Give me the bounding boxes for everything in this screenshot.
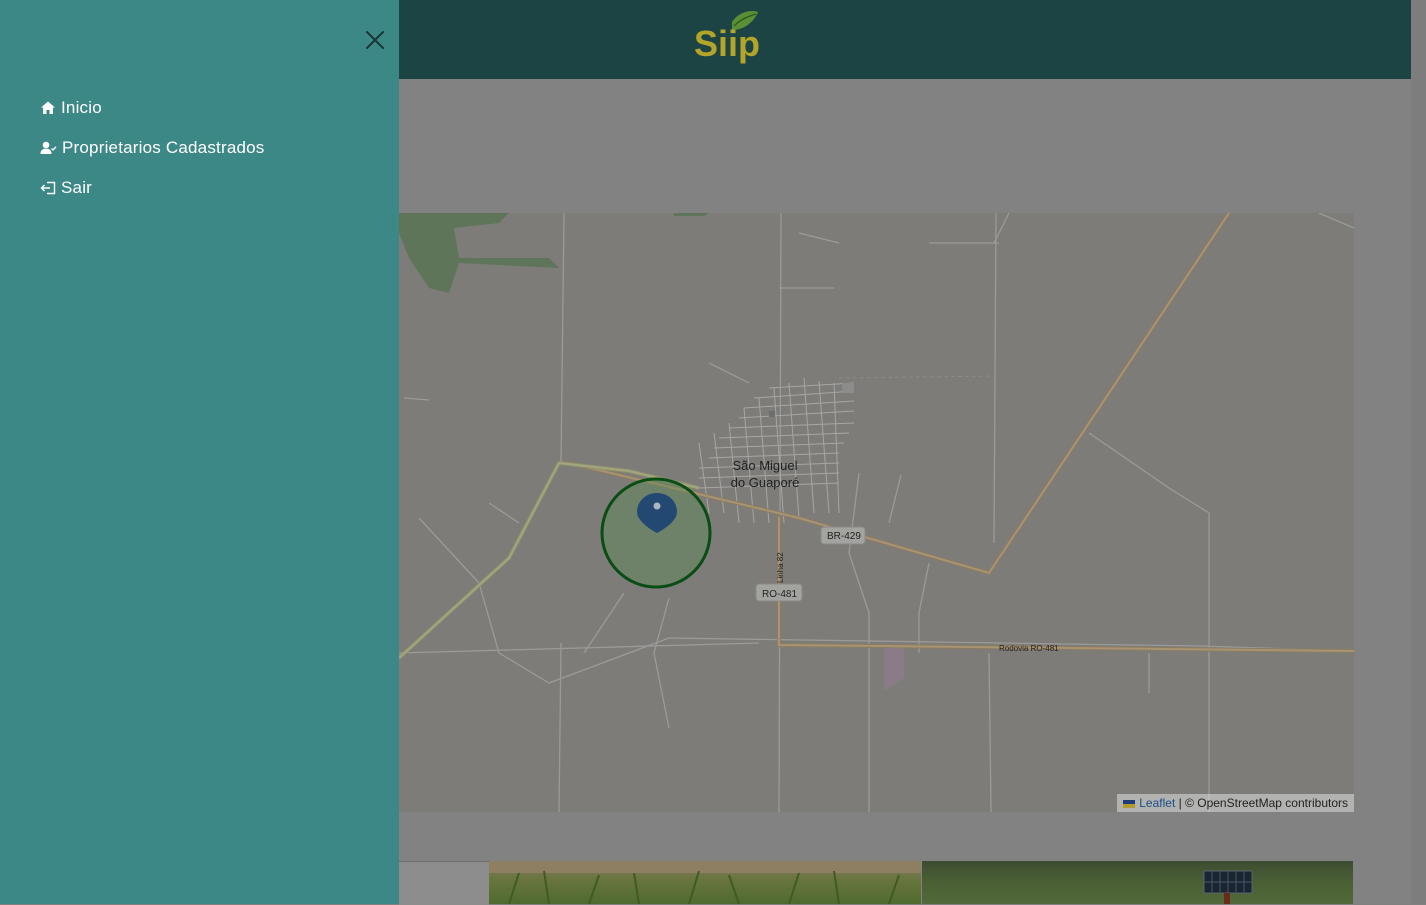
road-label-br429: BR-429 [827,531,861,542]
sidebar-item-label: Sair [61,178,93,197]
logout-icon [40,181,56,195]
map-attribution: Leaflet | © OpenStreetMap contributors [1117,794,1354,812]
attribution-text: | © OpenStreetMap contributors [1178,796,1348,810]
sidebar-item-proprietarios[interactable]: Proprietarios Cadastrados [40,128,264,168]
city-label-line1: São Miguel [732,458,797,473]
sidebar-item-sair[interactable]: Sair [40,168,264,208]
scrollbar[interactable] [1411,0,1426,904]
side-menu: Inicio Proprietarios Cadastrados Sair [0,0,399,904]
road-label-ro481: RO-481 [762,589,797,600]
bottom-card [399,861,489,905]
siip-logo[interactable]: Siip [692,8,762,64]
road-label-linha82: Linha 82 [776,552,785,583]
sidebar-item-label: Inicio [61,98,102,117]
home-icon [41,101,55,114]
solar-panel-photo [922,861,1353,904]
logo-text: Siip [694,23,760,64]
map-view[interactable]: BR-429 RO-481 Linha 82 Rodovia RO-481 Sã… [399,213,1354,812]
city-label-line2: do Guaporé [731,475,800,490]
close-icon[interactable] [362,27,388,53]
ukraine-flag-icon [1123,799,1136,808]
leaflet-link[interactable]: Leaflet [1139,796,1175,810]
cornfield-photo [489,861,921,904]
user-check-icon [40,141,57,154]
road-label-rodovia: Rodovia RO-481 [999,644,1059,653]
map-tiles[interactable]: BR-429 RO-481 Linha 82 Rodovia RO-481 Sã… [399,213,1354,812]
sidebar-item-label: Proprietarios Cadastrados [62,138,265,157]
sidebar-item-inicio[interactable]: Inicio [40,88,264,128]
sidebar-nav: Inicio Proprietarios Cadastrados Sair [40,88,264,208]
